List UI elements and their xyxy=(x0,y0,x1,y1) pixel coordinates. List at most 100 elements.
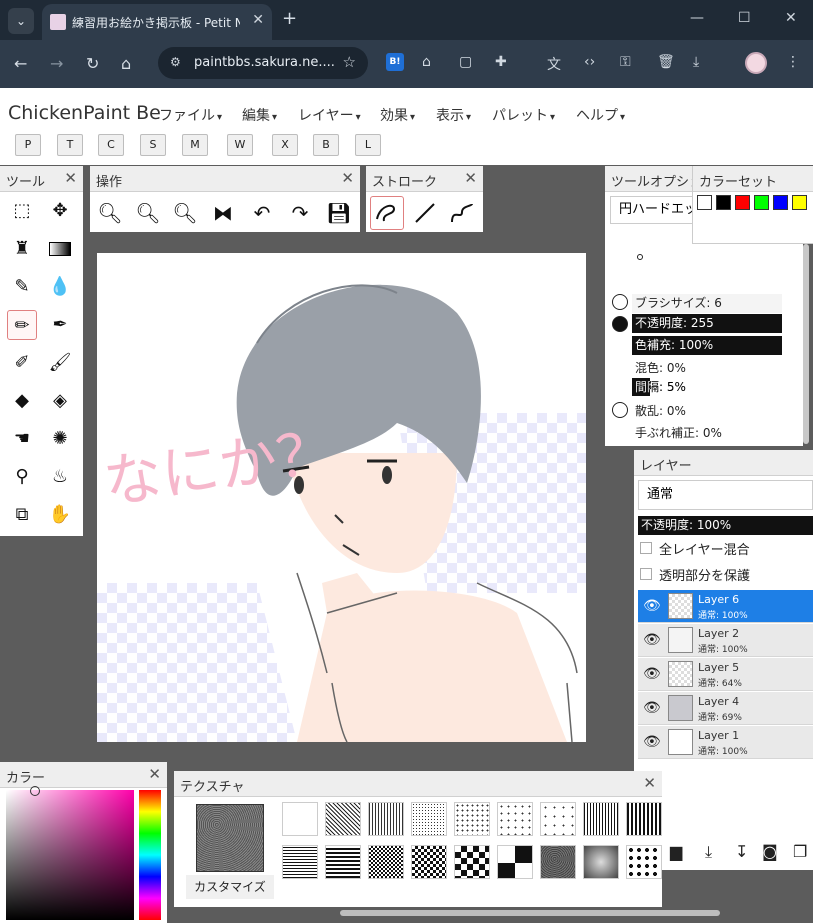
airbrush-icon[interactable]: ✐ xyxy=(7,348,37,378)
new-tab-icon[interactable]: + xyxy=(282,8,297,29)
texture-swatch[interactable] xyxy=(325,845,361,879)
maximize-icon[interactable]: ☐ xyxy=(738,10,751,26)
menu-view[interactable]: 表示 xyxy=(436,105,471,125)
browser-menu-icon[interactable]: ⋮ xyxy=(786,54,800,70)
trash-icon[interactable]: 🗑 xyxy=(657,54,675,70)
forward-icon[interactable]: → xyxy=(50,54,63,73)
reload-icon[interactable]: ↻ xyxy=(86,54,99,73)
zoom-100-icon[interactable]: 🔍︎ xyxy=(170,198,200,228)
protect-alpha-checkbox[interactable] xyxy=(640,568,652,580)
shortcut-c-button[interactable]: C xyxy=(98,134,124,156)
texture-swatch[interactable] xyxy=(411,802,447,836)
redo-icon[interactable]: ↷ xyxy=(285,198,315,228)
operations-panel-close-icon[interactable]: ✕ xyxy=(341,169,354,187)
eyedropper-icon[interactable]: ✎ xyxy=(7,272,37,302)
merge-all-checkbox[interactable] xyxy=(640,542,652,554)
tool-options-scrollbar[interactable] xyxy=(803,244,809,444)
key-icon[interactable]: ⚿ xyxy=(620,54,631,70)
hatena-bookmark-icon[interactable]: B! xyxy=(386,53,404,71)
opacity-slider[interactable]: 不透明度: 255 xyxy=(632,314,782,333)
texture-swatch[interactable] xyxy=(325,802,361,836)
brush-size-pressure-toggle[interactable] xyxy=(612,294,628,310)
visibility-eye-icon[interactable]: 👁︎ xyxy=(643,632,661,648)
home-icon[interactable]: ⌂ xyxy=(121,54,131,73)
opacity-pressure-toggle[interactable] xyxy=(612,316,628,332)
stroke-panel-close-icon[interactable]: ✕ xyxy=(464,169,477,187)
curve-stroke-icon[interactable] xyxy=(447,198,477,228)
color-fill-slider[interactable]: 色補充: 100% xyxy=(632,336,782,355)
swatch-red[interactable] xyxy=(735,195,750,210)
tab-search-button[interactable]: ⌄ xyxy=(8,8,34,34)
flip-horizontal-icon[interactable]: ⧓ xyxy=(208,198,238,228)
visibility-eye-icon[interactable]: 👁︎ xyxy=(643,666,661,682)
shortcut-s-button[interactable]: S xyxy=(140,134,166,156)
texture-swatch[interactable] xyxy=(411,845,447,879)
hand-icon[interactable]: ✋ xyxy=(45,500,75,530)
texture-swatch[interactable] xyxy=(497,845,533,879)
shortcut-m-button[interactable]: M xyxy=(182,134,208,156)
duplicate-layer-icon[interactable]: ❐ xyxy=(793,842,807,861)
menu-effect[interactable]: 効果 xyxy=(380,105,415,125)
browser-tab[interactable]: 練習用お絵かき掲示板 - Petit Note ✕ xyxy=(42,4,272,40)
address-bar[interactable]: ⚙ paintbbs.sakura.ne.... ☆ xyxy=(158,47,368,79)
rect-select-icon[interactable]: ⬚ xyxy=(7,196,37,226)
zoom-out-icon[interactable]: 🔍︎ xyxy=(133,198,163,228)
pen-nib-icon[interactable]: ✒ xyxy=(45,310,75,340)
extensions-icon[interactable]: ✚ xyxy=(495,54,507,70)
scatter-pressure-toggle[interactable] xyxy=(612,402,628,418)
burn-icon[interactable]: ♨ xyxy=(45,462,75,492)
dodge-icon[interactable]: ⚲ xyxy=(7,462,37,492)
merge-down-icon[interactable]: ⤓ xyxy=(705,842,712,862)
swatch-green[interactable] xyxy=(754,195,769,210)
smudge-icon[interactable]: ☚ xyxy=(7,424,37,454)
smoothing-slider[interactable]: 手ぶれ補正: 0% xyxy=(635,424,722,441)
brush-tip-select[interactable]: 円ハードエッジ xyxy=(610,196,696,224)
bookmark-star-icon[interactable]: ☆ xyxy=(343,53,356,71)
tab-close-icon[interactable]: ✕ xyxy=(252,12,264,28)
window-close-icon[interactable]: ✕ xyxy=(785,10,797,26)
line-stroke-icon[interactable] xyxy=(410,198,440,228)
site-info-icon[interactable]: ⚙ xyxy=(170,55,181,69)
customize-texture-button[interactable]: カスタマイズ xyxy=(186,875,274,899)
color-picker-cursor[interactable] xyxy=(30,786,40,796)
minimize-icon[interactable]: — xyxy=(690,10,704,26)
merge-visible-icon[interactable]: ↧ xyxy=(735,842,748,861)
eraser-icon[interactable]: ◆ xyxy=(7,386,37,416)
texture-swatch[interactable] xyxy=(368,802,404,836)
layer-row[interactable]: 👁︎ Layer 4 通常: 69% xyxy=(638,692,813,725)
freehand-stroke-icon[interactable] xyxy=(370,196,404,230)
shortcut-l-button[interactable]: L xyxy=(355,134,381,156)
clone-icon[interactable]: ⧉ xyxy=(7,500,37,530)
swatch-blue[interactable] xyxy=(773,195,788,210)
layer-row[interactable]: 👁︎ Layer 5 通常: 64% xyxy=(638,658,813,691)
water-drop-icon[interactable]: 💧 xyxy=(45,272,75,302)
visibility-eye-icon[interactable]: 👁︎ xyxy=(643,700,661,716)
translate-icon[interactable]: 文 xyxy=(547,54,561,74)
save-icon[interactable]: 💾︎ xyxy=(324,198,354,228)
back-icon[interactable]: ← xyxy=(14,54,27,73)
drawing-canvas[interactable]: なにか？ xyxy=(97,253,586,742)
spacing-slider[interactable]: 間隔: 5% xyxy=(632,378,686,396)
undo-icon[interactable]: ↶ xyxy=(247,198,277,228)
texture-swatch[interactable] xyxy=(282,845,318,879)
layer-row[interactable]: 👁︎ Layer 1 通常: 100% xyxy=(638,726,813,759)
soft-eraser-icon[interactable]: ◈ xyxy=(45,386,75,416)
menu-layer[interactable]: レイヤー xyxy=(298,105,361,125)
texture-swatch[interactable] xyxy=(540,845,576,879)
blender-icon[interactable]: ✺ xyxy=(45,424,75,454)
texture-swatch[interactable] xyxy=(540,802,576,836)
blend-mode-select[interactable]: 通常 xyxy=(638,480,813,510)
gradient-icon[interactable] xyxy=(45,234,75,264)
texture-swatch[interactable] xyxy=(282,802,318,836)
hue-slider[interactable] xyxy=(139,790,161,920)
layer-row[interactable]: 👁︎ Layer 6 通常: 100% xyxy=(638,590,813,623)
color-panel-close-icon[interactable]: ✕ xyxy=(148,765,161,783)
swatch-yellow[interactable] xyxy=(792,195,807,210)
swatch-black[interactable] xyxy=(716,195,731,210)
horizontal-scrollbar[interactable] xyxy=(340,910,720,916)
layer-row[interactable]: 👁︎ Layer 2 通常: 100% xyxy=(638,624,813,657)
menu-file[interactable]: ファイル xyxy=(159,105,222,125)
shortcut-p-button[interactable]: P xyxy=(15,134,41,156)
scatter-slider[interactable]: 散乱: 0% xyxy=(635,402,686,419)
layer-mask-icon[interactable]: ◙ xyxy=(762,842,778,861)
